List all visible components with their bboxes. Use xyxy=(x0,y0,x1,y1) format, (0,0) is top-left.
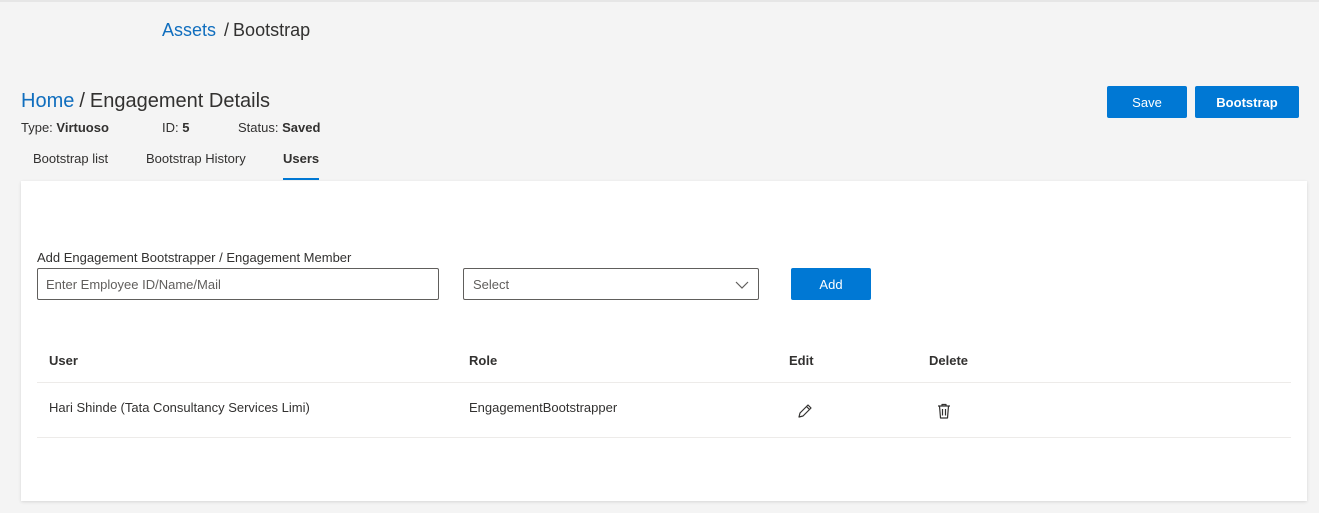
meta-id-value: 5 xyxy=(182,120,190,135)
page-title-text: Engagement Details xyxy=(89,90,271,112)
meta-type-value: Virtuoso xyxy=(56,120,109,135)
breadcrumb-home-link[interactable]: Home xyxy=(21,90,74,112)
tab-bootstrap-history[interactable]: Bootstrap History xyxy=(146,140,246,180)
column-header-edit: Edit xyxy=(789,353,814,368)
tab-bootstrap-list[interactable]: Bootstrap list xyxy=(33,140,108,180)
save-button[interactable]: Save xyxy=(1107,86,1187,118)
pencil-icon[interactable] xyxy=(795,401,815,421)
meta-type-label: Type: xyxy=(21,120,53,135)
meta-status-value: Saved xyxy=(282,120,321,135)
chevron-down-icon xyxy=(735,281,749,289)
breadcrumb-separator: / xyxy=(224,20,230,40)
column-header-role: Role xyxy=(469,353,498,368)
add-member-label: Add Engagement Bootstrapper / Engagement… xyxy=(37,250,352,265)
meta-status-label: Status: xyxy=(238,120,279,135)
user-cell: Hari Shinde (Tata Consultancy Services L… xyxy=(49,400,310,415)
top-divider xyxy=(0,0,1319,2)
meta-type: Type: Virtuoso xyxy=(21,120,109,135)
meta-id-label: ID: xyxy=(162,120,179,135)
users-card: Add Engagement Bootstrapper / Engagement… xyxy=(21,181,1307,501)
add-button[interactable]: Add xyxy=(791,268,871,300)
trash-icon[interactable] xyxy=(934,401,954,421)
role-cell: EngagementBootstrapper xyxy=(469,400,618,415)
table-row: Hari Shinde (Tata Consultancy Services L… xyxy=(37,383,1291,438)
meta-id: ID: 5 xyxy=(162,120,189,135)
role-select-value: Select xyxy=(473,277,510,292)
table-header-row: User Role Edit Delete xyxy=(37,341,1291,383)
meta-status: Status: Saved xyxy=(238,120,320,135)
bootstrap-button[interactable]: Bootstrap xyxy=(1195,86,1299,118)
breadcrumb-current: Bootstrap xyxy=(233,20,311,40)
column-header-delete: Delete xyxy=(929,353,969,368)
breadcrumb-separator: / xyxy=(79,90,85,112)
tab-users[interactable]: Users xyxy=(283,140,320,180)
column-header-user: User xyxy=(49,353,78,368)
breadcrumb-assets-link[interactable]: Assets xyxy=(162,20,216,40)
employee-search-input[interactable] xyxy=(37,268,439,300)
role-select[interactable]: Select xyxy=(463,268,759,300)
page-title: Home / Engagement Details xyxy=(21,90,270,113)
top-breadcrumb: Assets / Bootstrap xyxy=(162,20,310,41)
